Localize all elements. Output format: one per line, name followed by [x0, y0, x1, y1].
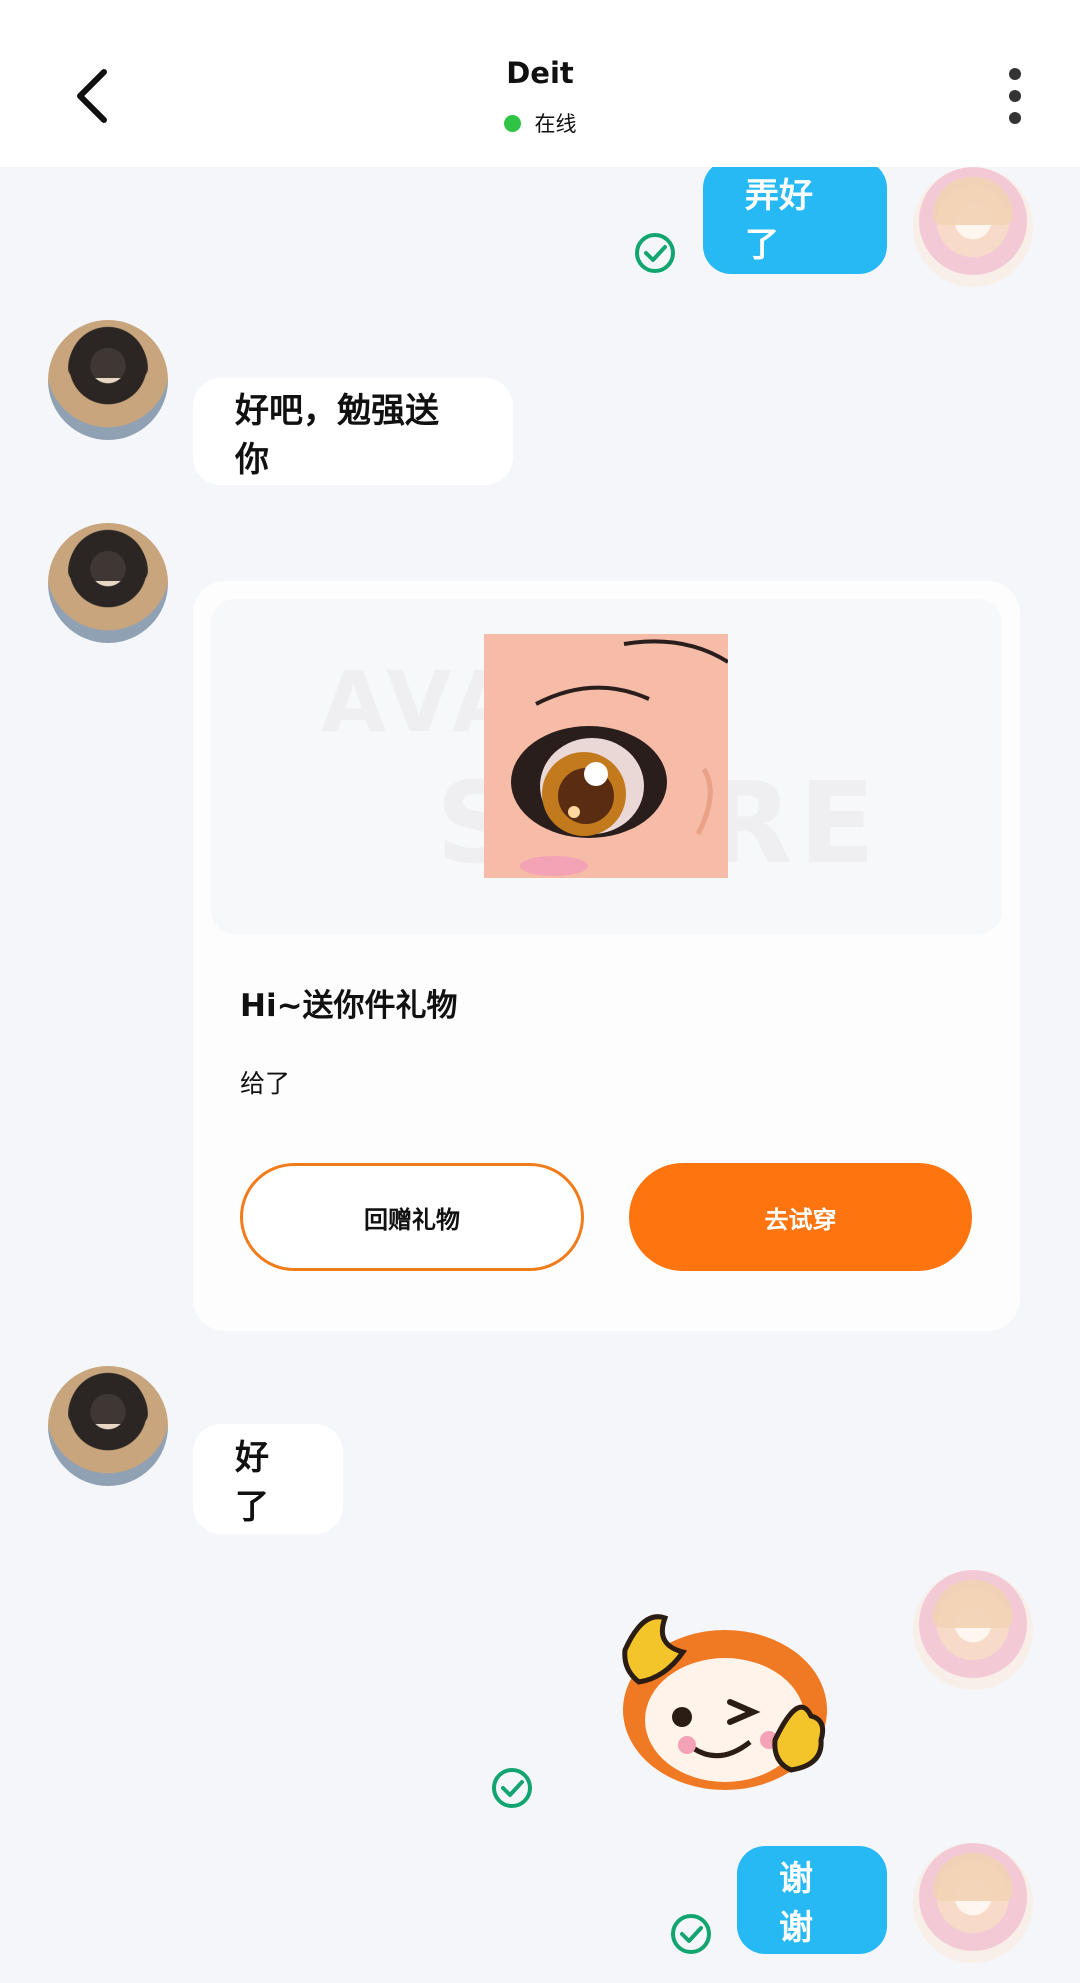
- message-text: 谢谢: [779, 1859, 813, 1948]
- chat-header: Deit 在线: [0, 0, 1080, 167]
- more-options-button[interactable]: [1000, 68, 1030, 124]
- contact-avatar[interactable]: [48, 320, 168, 440]
- sent-check-icon: [491, 1767, 533, 1809]
- return-gift-button[interactable]: 回赠礼物: [240, 1163, 584, 1271]
- gift-item-image: [484, 634, 730, 878]
- more-vertical-icon: [1009, 68, 1021, 80]
- contact-avatar[interactable]: [48, 523, 168, 643]
- contact-avatar[interactable]: [48, 1366, 168, 1486]
- sent-check-icon: [634, 232, 676, 274]
- my-avatar[interactable]: [913, 1843, 1033, 1963]
- incoming-message-bubble[interactable]: 好吧，勉强送你: [193, 378, 513, 485]
- avatar-hair: [68, 330, 148, 378]
- gift-title: Hi~送你件礼物: [240, 988, 458, 1024]
- outgoing-message-bubble[interactable]: 弄好了: [703, 160, 887, 274]
- chat-title: Deit: [506, 56, 574, 90]
- outgoing-message-bubble[interactable]: 谢谢: [737, 1846, 887, 1954]
- my-avatar[interactable]: [913, 167, 1033, 287]
- more-dot: [1009, 90, 1021, 102]
- online-status-label: 在线: [534, 112, 577, 136]
- gift-description: 给了: [240, 1069, 291, 1098]
- sticker-message[interactable]: [585, 1590, 850, 1790]
- my-avatar[interactable]: [913, 1570, 1033, 1690]
- avatar-hair: [68, 533, 148, 581]
- message-text: 好了: [235, 1438, 269, 1527]
- sent-check-icon: [670, 1913, 712, 1955]
- incoming-message-bubble[interactable]: 好了: [193, 1424, 343, 1534]
- online-dot: [503, 115, 521, 132]
- avatar-hair: [933, 1580, 1013, 1628]
- avatar-hair: [933, 177, 1013, 225]
- avatar-hair: [68, 1376, 148, 1424]
- try-on-button[interactable]: 去试穿: [629, 1163, 972, 1271]
- avatar-hair: [933, 1853, 1013, 1901]
- message-text: 好吧，勉强送你: [235, 390, 439, 480]
- online-status: 在线: [0, 108, 1080, 138]
- more-dot: [1009, 112, 1021, 124]
- message-text: 弄好了: [745, 176, 813, 265]
